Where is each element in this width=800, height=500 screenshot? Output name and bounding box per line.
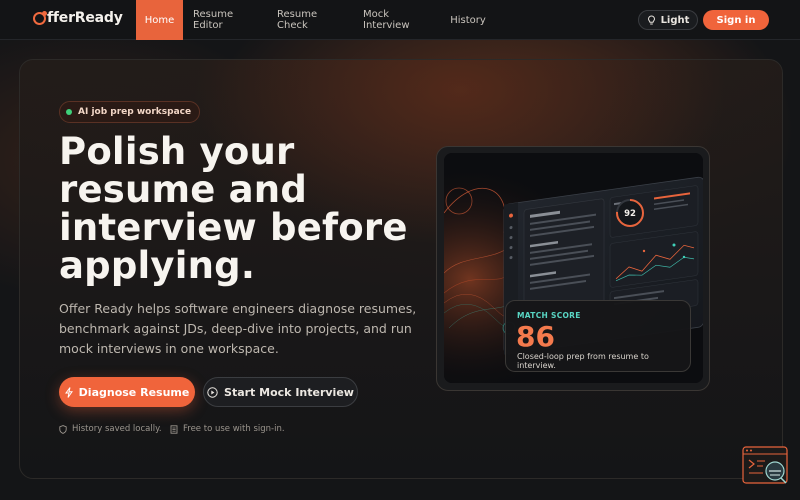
status-dot-icon [66, 109, 72, 115]
tab-resume-editor-label: Resume Editor [193, 9, 234, 31]
diagnose-resume-button[interactable]: Diagnose Resume [59, 377, 195, 407]
theme-toggle-label: Light [660, 14, 690, 26]
start-mock-interview-button[interactable]: Start Mock Interview [203, 377, 358, 407]
lightbulb-icon [647, 14, 655, 24]
chat-widget-button[interactable] [741, 445, 791, 487]
tab-history-label: History [450, 14, 486, 26]
start-mock-interview-label: Start Mock Interview [224, 385, 354, 399]
history-note: History saved locally. [59, 424, 162, 434]
tab-history[interactable]: History [440, 0, 496, 40]
hero-headline: Polish your resume and interview before … [59, 130, 408, 287]
workspace-badge: AI job prep workspace [59, 101, 201, 123]
match-score-card: MATCH SCORE 86 Closed-loop prep from res… [505, 300, 691, 372]
ring-score-text: 92 [624, 209, 636, 219]
tab-home[interactable]: Home [136, 0, 183, 40]
lightning-icon [64, 386, 73, 398]
play-circle-icon [207, 386, 218, 398]
logo-text: fferReady [47, 10, 123, 26]
theme-toggle-button[interactable]: Light [638, 10, 698, 30]
tab-resume-check-label: Resume Check [277, 9, 318, 31]
top-nav: fferReady Home Resume Editor Resume Chec… [0, 0, 800, 40]
tab-home-label: Home [144, 14, 175, 26]
badge-label: AI job prep workspace [78, 107, 192, 117]
logo-ring-icon [33, 10, 47, 25]
free-note-label: Free to use with sign-in. [183, 424, 285, 434]
diagnose-resume-label: Diagnose Resume [78, 385, 190, 399]
document-icon [170, 424, 178, 434]
hero-subtext: Offer Ready helps software engineers dia… [59, 301, 417, 356]
sign-in-button[interactable]: Sign in [703, 10, 769, 30]
tab-resume-editor[interactable]: Resume Editor [183, 0, 267, 40]
history-note-label: History saved locally. [72, 424, 162, 434]
tab-mock-interview-label: Mock Interview [363, 9, 410, 31]
free-note: Free to use with sign-in. [170, 424, 285, 434]
tab-resume-check[interactable]: Resume Check [267, 0, 353, 40]
match-score-label: MATCH SCORE [517, 311, 581, 320]
match-score-caption: Closed-loop prep from resume to intervie… [517, 352, 649, 370]
tab-mock-interview[interactable]: Mock Interview [353, 0, 440, 40]
logo[interactable]: fferReady [33, 10, 123, 26]
chat-widget-icon [742, 446, 788, 484]
shield-icon [59, 424, 67, 434]
match-score-value: 86 [516, 320, 555, 353]
sign-in-label: Sign in [716, 14, 756, 26]
nav-tabs: Home Resume Editor Resume Check Mock Int… [136, 0, 496, 40]
